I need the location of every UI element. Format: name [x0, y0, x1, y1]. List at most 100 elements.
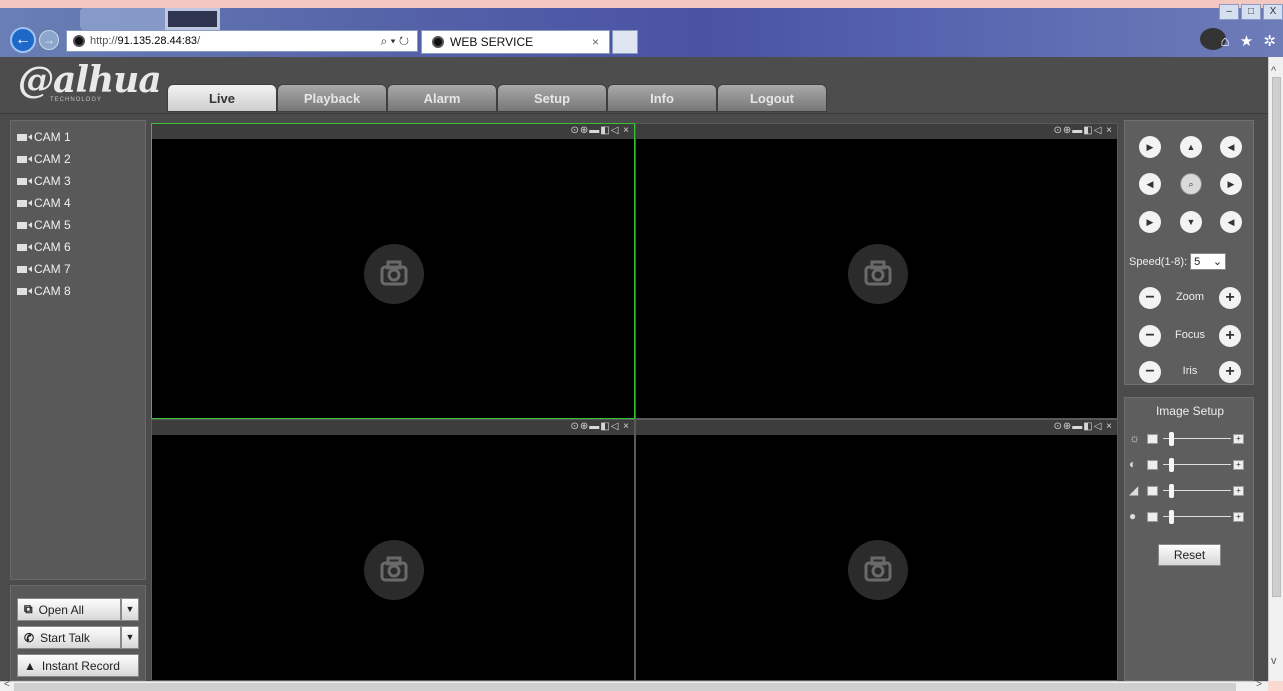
tab-logout[interactable]: Logout — [717, 84, 827, 112]
iris-label: Iris — [1182, 365, 1198, 377]
web-service-page: @alhua TECHNOLOGY Live Playback Alarm Se… — [0, 57, 1268, 681]
video-toolbar[interactable]: ⊙⊕▬◧◁ × — [636, 420, 1117, 435]
no-video-camera-icon — [364, 540, 424, 600]
camera-item[interactable]: CAM 1 — [11, 126, 145, 148]
focus-control: − Focus + — [1139, 325, 1249, 347]
slider-handle[interactable] — [1169, 510, 1174, 524]
video-pane[interactable]: ⊙⊕▬◧◁ × — [635, 419, 1118, 681]
address-controls[interactable]: ⌕ ▾ ↻ — [380, 34, 409, 49]
scroll-up-icon[interactable]: ^ — [1271, 65, 1276, 77]
increase-button[interactable]: + — [1233, 460, 1244, 470]
forward-button[interactable]: → — [39, 30, 59, 50]
video-toolbar[interactable]: ⊙⊕▬◧◁ × — [152, 124, 634, 139]
slider-handle[interactable] — [1169, 458, 1174, 472]
decrease-button[interactable] — [1147, 460, 1158, 470]
ptz-up-button[interactable]: ▲ — [1180, 136, 1202, 158]
decrease-button[interactable] — [1147, 512, 1158, 522]
ptz-down-button[interactable]: ▼ — [1180, 211, 1202, 233]
ptz-down-right-button[interactable]: ◀ — [1220, 211, 1242, 233]
decrease-button[interactable] — [1147, 486, 1158, 496]
tab-playback[interactable]: Playback — [277, 84, 387, 112]
dahua-logo: @alhua — [18, 59, 162, 101]
new-tab-button[interactable] — [612, 30, 638, 54]
video-toolbar[interactable]: ⊙⊕▬◧◁ × — [636, 124, 1117, 139]
scroll-left-icon[interactable]: < — [4, 679, 10, 690]
start-talk-button[interactable]: ✆ Start Talk — [17, 626, 121, 649]
url-host: 91.135.28.44:83 — [117, 35, 198, 47]
maximize-button[interactable]: □ — [1241, 4, 1261, 20]
brightness-slider[interactable]: ☼ + — [1129, 431, 1249, 446]
focus-label: Focus — [1175, 329, 1205, 341]
ptz-right-button[interactable]: ▶ — [1220, 173, 1242, 195]
slider-handle[interactable] — [1169, 484, 1174, 498]
reset-button[interactable]: Reset — [1158, 544, 1221, 566]
video-pane[interactable]: ⊙⊕▬◧◁ × — [151, 123, 635, 419]
tab-alarm[interactable]: Alarm — [387, 84, 497, 112]
increase-button[interactable]: + — [1233, 486, 1244, 496]
speed-select[interactable]: 5 ⌄ — [1190, 253, 1227, 270]
speed-row: Speed(1-8): 5 ⌄ — [1129, 253, 1227, 270]
scroll-thumb[interactable] — [14, 683, 1236, 691]
ptz-panel: ▶ ▲ ◀ ◀ ⌕ ▶ ▶ ▼ ◀ Speed(1-8): 5 ⌄ − Zoom … — [1124, 120, 1254, 385]
open-window-icon: ⧉ — [24, 602, 33, 616]
hue-slider[interactable]: ● + — [1129, 509, 1249, 524]
scroll-down-icon[interactable]: v — [1271, 655, 1277, 667]
ptz-left-button[interactable]: ◀ — [1139, 173, 1161, 195]
camera-item[interactable]: CAM 3 — [11, 170, 145, 192]
horizontal-scrollbar[interactable]: < > — [0, 679, 1268, 691]
tab-info[interactable]: Info — [607, 84, 717, 112]
close-window-button[interactable]: X — [1263, 4, 1283, 20]
iris-minus-button[interactable]: − — [1139, 361, 1161, 383]
zoom-in-button[interactable]: + — [1219, 287, 1241, 309]
home-favorites-icons[interactable]: ⌂ ★ ✲ — [1221, 32, 1279, 50]
camera-icon — [17, 221, 32, 229]
tab-setup[interactable]: Setup — [497, 84, 607, 112]
warning-icon: ▲ — [24, 658, 36, 673]
ptz-up-left-button[interactable]: ▶ — [1139, 136, 1161, 158]
instant-record-button[interactable]: ▲ Instant Record — [17, 654, 139, 677]
camera-item[interactable]: CAM 8 — [11, 280, 145, 302]
video-pane[interactable]: ⊙⊕▬◧◁ × — [151, 419, 635, 681]
ptz-3d-locate-icon[interactable]: ⌕ — [1180, 173, 1202, 195]
iris-control: − Iris + — [1139, 361, 1249, 383]
focus-plus-button[interactable]: + — [1219, 325, 1241, 347]
camera-item[interactable]: CAM 7 — [11, 258, 145, 280]
address-bar[interactable]: http:// 91.135.28.44:83 / ⌕ ▾ ↻ — [66, 30, 418, 52]
video-pane[interactable]: ⊙⊕▬◧◁ × — [635, 123, 1118, 419]
camera-item[interactable]: CAM 5 — [11, 214, 145, 236]
contrast-icon: ◐ — [1129, 457, 1137, 471]
tab-live[interactable]: Live — [167, 84, 277, 112]
camera-icon — [17, 243, 32, 251]
phone-icon: ✆ — [24, 630, 35, 645]
brightness-icon: ☼ — [1129, 431, 1140, 445]
ptz-up-right-button[interactable]: ◀ — [1220, 136, 1242, 158]
contrast-slider[interactable]: ◐ + — [1129, 457, 1249, 472]
slider-handle[interactable] — [1169, 432, 1174, 446]
decrease-button[interactable] — [1147, 434, 1158, 444]
browser-tab[interactable]: WEB SERVICE × — [421, 30, 610, 54]
increase-button[interactable]: + — [1233, 512, 1244, 522]
iris-plus-button[interactable]: + — [1219, 361, 1241, 383]
zoom-out-button[interactable]: − — [1139, 287, 1161, 309]
saturation-icon: ◢ — [1129, 483, 1139, 497]
open-all-dropdown[interactable]: ▼ — [121, 598, 139, 621]
vertical-scrollbar[interactable]: ^ v — [1268, 57, 1283, 681]
camera-item[interactable]: CAM 6 — [11, 236, 145, 258]
video-grid: ⊙⊕▬◧◁ × ⊙⊕▬◧◁ × ⊙⊕▬◧◁ × ⊙⊕▬◧◁ × — [151, 123, 1118, 681]
camera-item[interactable]: CAM 2 — [11, 148, 145, 170]
back-button[interactable]: ← — [10, 27, 36, 53]
browser-chrome: ← → http:// 91.135.28.44:83 / ⌕ ▾ ↻ WEB … — [0, 0, 1283, 57]
camera-item[interactable]: CAM 4 — [11, 192, 145, 214]
video-toolbar[interactable]: ⊙⊕▬◧◁ × — [152, 420, 634, 435]
open-all-button[interactable]: ⧉ Open All — [17, 598, 121, 621]
scroll-thumb[interactable] — [1272, 77, 1281, 597]
increase-button[interactable]: + — [1233, 434, 1244, 444]
focus-minus-button[interactable]: − — [1139, 325, 1161, 347]
tab-close-icon[interactable]: × — [592, 35, 599, 49]
zoom-control: − Zoom + — [1139, 287, 1249, 309]
ptz-down-left-button[interactable]: ▶ — [1139, 211, 1161, 233]
saturation-slider[interactable]: ◢ + — [1129, 483, 1249, 498]
minimize-button[interactable]: – — [1219, 4, 1239, 20]
start-talk-dropdown[interactable]: ▼ — [121, 626, 139, 649]
scroll-right-icon[interactable]: > — [1256, 679, 1262, 690]
